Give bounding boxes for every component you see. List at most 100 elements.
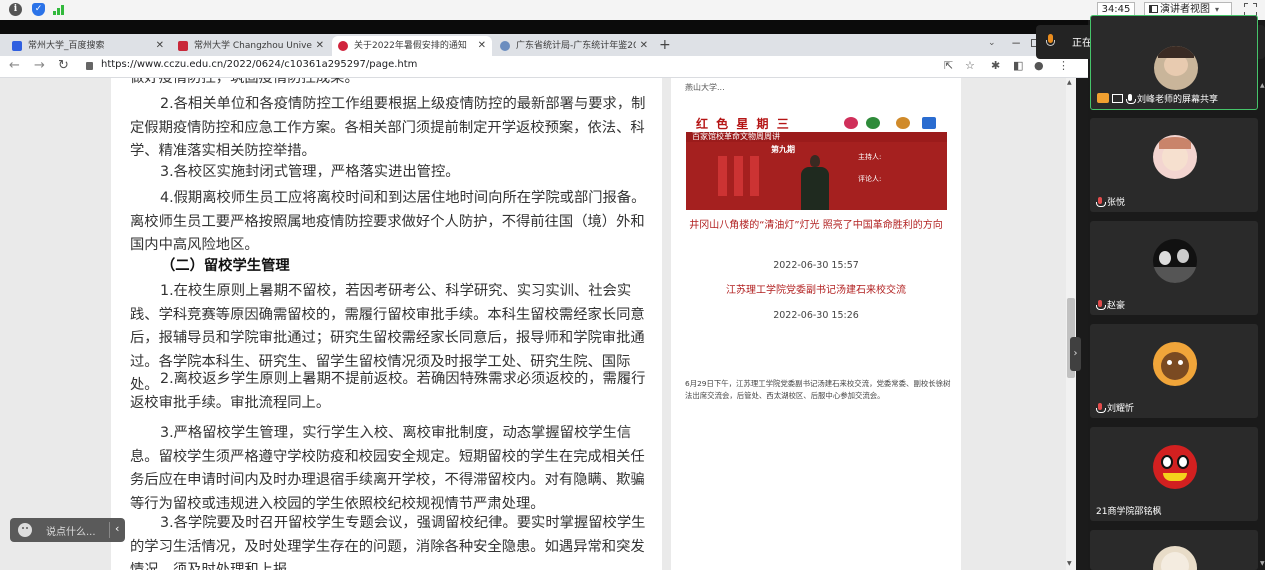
cczu-favicon-icon [178,41,188,51]
banner-subtitle: 百家馆校革命文物周周讲 [686,132,947,142]
url-text: https://www.cczu.edu.cn/2022/0624/c10361… [101,59,418,70]
profile-icon[interactable]: ● [1034,60,1044,72]
close-icon[interactable]: ✕ [640,36,648,56]
tab-title: 关于2022年暑假安排的通知 [354,41,467,51]
tab-list-chevron-icon[interactable]: ⌄ [988,38,996,48]
page-viewport: 做好疫情防控，筑固疫情防控成果。 2.各相关单位和各疫情防控工作组要根据上级疫情… [0,78,1088,570]
lock-icon [86,62,93,70]
participant-tile[interactable]: 赵豪 [1090,221,1258,315]
new-tab-button[interactable]: + [659,36,671,54]
info-icon[interactable]: i [9,3,22,16]
section-heading: （二）留校学生管理 [161,258,290,274]
article-paragraph: 3.各学院要及时召开留校学生专题会议，强调留校纪律。要实时掌握留校学生的学习生活… [130,515,646,570]
emoji-icon[interactable] [18,523,32,537]
tab-title: 常州大学_百度搜索 [28,41,105,51]
news-summary: 6月29日下午，江苏理工学院党委副书记汤建石来校交流，党委常委、副校长徐树法出席… [685,379,951,400]
tab-gd-stats[interactable]: 广东省统计局-广东统计年鉴202 ✕ [494,36,654,56]
participant-name-text: 刘峰老师的屏幕共享 [1137,95,1219,105]
scroll-up-icon[interactable]: ▲ [1260,82,1265,89]
collapse-panel-button[interactable]: › [1070,337,1081,371]
article-paragraph: 3.各校区实施封闭式管理，严格落实进出管控。 [160,164,460,180]
avatar [1153,239,1197,283]
microphone-muted-icon [1096,300,1106,310]
avatar [1154,46,1198,90]
banner-vertical-strip [734,156,743,196]
chat-input-pill[interactable]: 说点什么... ‹ [10,518,125,542]
participant-tile-screen-share[interactable]: 刘峰老师的屏幕共享 [1090,15,1258,110]
divider [109,522,110,538]
microphone-muted-icon [1096,197,1106,207]
side-panel-icon[interactable]: ◧ [1013,60,1023,72]
avatar [1153,342,1197,386]
participant-name: 赵豪 [1096,298,1125,311]
monitor-icon [1112,94,1123,103]
tab-cczu[interactable]: 常州大学 Changzhou Universit ✕ [172,36,330,56]
participants-panel: 正在讲话: 刘峰老师; ↶ 刘峰老师的屏幕共享 张悦 赵豪 [1036,15,1265,570]
host-label: 主持人: [858,153,882,161]
screen-share-icon [1097,93,1109,103]
article-paragraph: 做好疫情防控，筑固疫情防控成果。 [130,78,359,86]
participant-name: 21商学院邵铭枫 [1096,504,1161,517]
browser-toolbar: ← → ↻ https://www.cczu.edu.cn/2022/0624/… [0,56,1088,78]
minimize-icon[interactable]: − [1011,36,1021,50]
participant-name-text: 21商学院邵铭枫 [1096,507,1162,517]
news-link[interactable]: 井冈山八角楼的“清油灯”灯光 照亮了中国革命胜利的方向 [681,219,951,233]
chat-placeholder[interactable]: 说点什么... [46,523,96,538]
globe-icon [500,41,510,51]
soldier-figure-icon [801,155,829,210]
scroll-down-icon[interactable]: ▼ [1067,560,1072,567]
banner-vertical-strip [718,156,727,196]
avatar [1153,546,1197,570]
extensions-icon[interactable]: ✱ [991,60,1000,72]
article-paragraph: 3.严格留校学生管理，实行学生入校、离校审批制度，动态掌握留校学生信息。留校学生… [130,425,645,512]
close-icon[interactable]: ✕ [316,36,324,56]
microphone-muted-icon [1096,403,1106,413]
shield-icon[interactable]: ✓ [32,3,45,16]
participant-name-text: 张悦 [1107,198,1126,208]
participant-tile[interactable]: 刘耀忻 [1090,324,1258,418]
scroll-down-icon[interactable]: ▼ [1260,560,1265,567]
avatar [1153,445,1197,489]
news-date: 2022-06-30 15:57 [773,260,859,271]
banner-vertical-strip [750,156,759,196]
tab-strip: 常州大学_百度搜索 ✕ 常州大学 Changzhou Universit ✕ 关… [0,34,1088,56]
logo-icon [896,117,910,129]
tab-baidu[interactable]: 常州大学_百度搜索 ✕ [6,36,170,56]
chevron-left-icon[interactable]: ‹ [115,522,119,535]
banner-host-label: 主持人: 评论人: [858,152,881,185]
news-caption[interactable]: 燕山大学... [685,82,725,93]
tab-title: 常州大学 Changzhou Universit [194,41,312,51]
participant-tile[interactable]: 21商学院邵铭枫 [1090,427,1258,521]
back-arrow-icon[interactable]: ← [9,59,20,73]
logo-icon [844,117,858,129]
banner-body: 第九期 主持人: 评论人: [686,142,947,210]
microphone-icon [1046,34,1055,47]
news-sidebar: 燕山大学... 红 色 星 期 三 百家馆校革命文物周周讲 第九期 主持人: 评… [671,78,961,570]
close-icon[interactable]: ✕ [156,36,164,56]
bookmark-star-icon[interactable]: ☆ [965,60,975,72]
news-date: 2022-06-30 15:26 [773,310,859,321]
news-banner-image[interactable]: 红 色 星 期 三 百家馆校革命文物周周讲 第九期 主持人: 评论人: [686,114,947,210]
baidu-favicon-icon [12,41,22,51]
shared-browser-window: 常州大学_百度搜索 ✕ 常州大学 Changzhou Universit ✕ 关… [0,34,1088,570]
share-icon[interactable]: ⇱ [944,60,953,72]
address-bar[interactable]: https://www.cczu.edu.cn/2022/0624/c10361… [80,58,930,75]
participant-name: 刘峰老师的屏幕共享 [1097,92,1218,105]
close-icon[interactable]: ✕ [478,36,486,56]
tab-title: 广东省统计局-广东统计年鉴202 [516,41,636,51]
article-paragraph: 4.假期离校师生员工应将离校时间和到达居住地时间向所在学院或部门报备。离校师生员… [130,190,646,253]
tab-notice[interactable]: 关于2022年暑假安排的通知 ✕ [332,36,492,56]
forward-arrow-icon[interactable]: → [34,59,45,73]
logo-icon [922,117,936,129]
participant-tile[interactable]: 张悦 [1090,118,1258,212]
menu-kebab-icon[interactable]: ⋮ [1058,60,1069,72]
scroll-up-icon[interactable]: ▲ [1067,79,1072,86]
reload-icon[interactable]: ↻ [58,59,69,73]
participant-tile[interactable] [1090,530,1258,570]
article-content: 做好疫情防控，筑固疫情防控成果。 2.各相关单位和各疫情防控工作组要根据上级疫情… [111,78,662,570]
notice-favicon-icon [338,41,348,51]
news-link[interactable]: 江苏理工学院党委副书记汤建石来校交流 [681,284,951,298]
signal-icon[interactable] [53,4,67,15]
participant-name-text: 刘耀忻 [1107,404,1135,414]
panel-gutter [1076,78,1088,570]
